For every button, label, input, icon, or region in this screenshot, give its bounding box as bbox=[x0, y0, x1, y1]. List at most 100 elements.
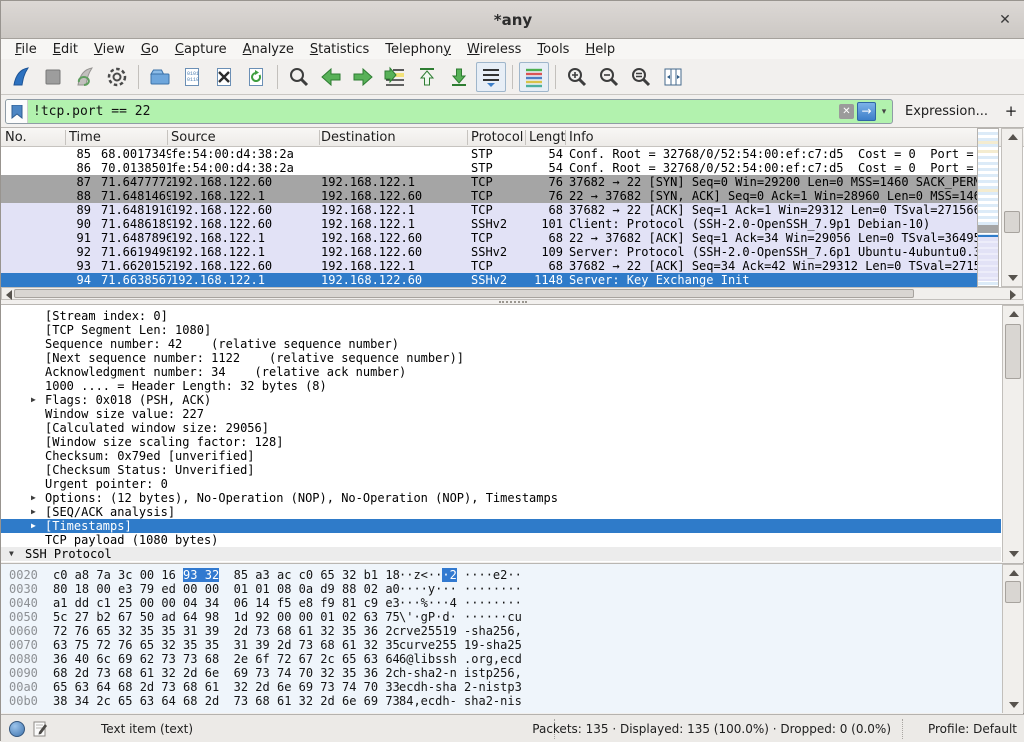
detail-line[interactable]: [TCP Segment Len: 1080] bbox=[1, 323, 1001, 337]
hex-row[interactable]: 0020c0 a8 7a 3c 00 16 93 32 85 a3 ac c0 … bbox=[1, 568, 1001, 582]
display-filter-input[interactable]: !tcp.port == 22 ✕ → ▾ bbox=[5, 99, 893, 124]
hex-row[interactable]: 00b038 34 2c 65 63 64 68 2d 73 68 61 32 … bbox=[1, 694, 1001, 708]
menu-view[interactable]: View bbox=[86, 41, 133, 58]
hex-ascii[interactable]: h-sha2-n istp256, bbox=[399, 666, 522, 680]
packet-row[interactable]: 9271.661949820192.168.122.1192.168.122.6… bbox=[1, 245, 977, 259]
detail-line[interactable]: ▶[Timestamps] bbox=[1, 519, 1001, 533]
col-protocol[interactable]: Protocol bbox=[471, 130, 523, 145]
capture-options-button[interactable] bbox=[102, 62, 132, 92]
detail-line[interactable]: Acknowledgment number: 34 (relative ack … bbox=[1, 365, 1001, 379]
stop-capture-button[interactable] bbox=[38, 62, 68, 92]
menu-help[interactable]: Help bbox=[577, 41, 623, 58]
filter-add-button[interactable]: + bbox=[1003, 102, 1019, 120]
detail-line[interactable]: [Next sequence number: 1122 (relative se… bbox=[1, 351, 1001, 365]
filter-bookmark-icon[interactable] bbox=[6, 100, 28, 123]
detail-line[interactable]: Window size value: 227 bbox=[1, 407, 1001, 421]
expander-closed-icon[interactable]: ▶ bbox=[31, 561, 36, 562]
menu-analyze[interactable]: Analyze bbox=[235, 41, 302, 58]
hex-bytes[interactable]: 38 34 2c 65 63 64 68 2d 73 68 61 32 2d 6… bbox=[53, 694, 400, 708]
detail-line[interactable]: ▶Options: (12 bytes), No-Operation (NOP)… bbox=[1, 491, 1001, 505]
hex-bytes[interactable]: 5c 27 b2 67 50 ad 64 98 1d 92 00 00 01 0… bbox=[53, 610, 400, 624]
col-destination[interactable]: Destination bbox=[321, 130, 396, 145]
capture-comment-icon[interactable] bbox=[33, 721, 48, 740]
expression-button[interactable]: Expression... bbox=[905, 104, 988, 119]
zoom-100-button[interactable] bbox=[626, 62, 656, 92]
status-profile[interactable]: Profile: Default bbox=[928, 722, 1017, 736]
open-file-button[interactable] bbox=[145, 62, 175, 92]
col-length[interactable]: Length bbox=[529, 130, 565, 145]
packet-row[interactable]: 9471.663856741192.168.122.1192.168.122.6… bbox=[1, 273, 977, 287]
hex-ascii[interactable]: 6@libssh .org,ecd bbox=[399, 652, 522, 666]
detail-line[interactable]: ▶[SEQ/ACK analysis] bbox=[1, 505, 1001, 519]
hex-ascii[interactable]: ecdh-sha 2-nistp3 bbox=[399, 680, 522, 694]
detail-line[interactable]: [Stream index: 0] bbox=[1, 309, 1001, 323]
menu-telephony[interactable]: Telephony bbox=[377, 41, 459, 58]
expander-closed-icon[interactable]: ▶ bbox=[31, 505, 36, 519]
hex-bytes[interactable]: 80 18 00 e3 79 ed 00 00 01 01 08 0a d9 8… bbox=[53, 582, 400, 596]
auto-scroll-button[interactable] bbox=[476, 62, 506, 92]
start-capture-button[interactable] bbox=[6, 62, 36, 92]
col-info[interactable]: Info bbox=[569, 130, 594, 145]
detail-line[interactable]: ▶Flags: 0x018 (PSH, ACK) bbox=[1, 393, 1001, 407]
menu-tools[interactable]: Tools bbox=[529, 41, 577, 58]
col-time[interactable]: Time bbox=[69, 130, 101, 145]
menu-wireless[interactable]: Wireless bbox=[459, 41, 529, 58]
detail-line[interactable]: Checksum: 0x79ed [unverified] bbox=[1, 449, 1001, 463]
filter-apply-icon[interactable]: → bbox=[857, 102, 876, 121]
hex-row[interactable]: 008036 40 6c 69 62 73 73 68 2e 6f 72 67 … bbox=[1, 652, 1001, 666]
colorize-packets-button[interactable] bbox=[519, 62, 549, 92]
packet-row[interactable]: 9371.662015274192.168.122.60192.168.122.… bbox=[1, 259, 977, 273]
hex-ascii[interactable]: ···%···4 ········ bbox=[399, 596, 522, 610]
expander-closed-icon[interactable]: ▶ bbox=[31, 519, 36, 533]
detail-line[interactable]: Urgent pointer: 0 bbox=[1, 477, 1001, 491]
packet-list-header[interactable]: No. Time Source Destination Protocol Len… bbox=[1, 128, 1024, 147]
menu-statistics[interactable]: Statistics bbox=[302, 41, 377, 58]
packet-row[interactable]: 8871.648146932192.168.122.1192.168.122.6… bbox=[1, 189, 977, 203]
hex-bytes[interactable]: 72 76 65 32 35 35 31 39 2d 73 68 61 32 3… bbox=[53, 624, 400, 638]
hex-bytes[interactable]: 68 2d 73 68 61 32 2d 6e 69 73 74 70 32 3… bbox=[53, 666, 400, 680]
go-forward-button[interactable] bbox=[348, 62, 378, 92]
go-last-packet-button[interactable] bbox=[444, 62, 474, 92]
hex-bytes[interactable]: c0 a8 7a 3c 00 16 93 32 85 a3 ac c0 65 3… bbox=[53, 568, 400, 582]
reload-file-button[interactable] bbox=[241, 62, 271, 92]
menu-file[interactable]: File bbox=[7, 41, 45, 58]
zoom-in-button[interactable] bbox=[562, 62, 592, 92]
save-file-button[interactable]: 01010110 bbox=[177, 62, 207, 92]
zoom-out-button[interactable] bbox=[594, 62, 624, 92]
hex-ascii[interactable]: 84,ecdh- sha2-nis bbox=[399, 694, 522, 708]
find-packet-button[interactable] bbox=[284, 62, 314, 92]
hex-bytes[interactable]: 63 75 72 76 65 32 35 35 31 39 2d 73 68 6… bbox=[53, 638, 400, 652]
detail-line[interactable]: Sequence number: 42 (relative sequence n… bbox=[1, 337, 1001, 351]
hex-row[interactable]: 009068 2d 73 68 61 32 2d 6e 69 73 74 70 … bbox=[1, 666, 1001, 680]
hex-ascii[interactable]: rve25519 -sha256, bbox=[399, 624, 522, 638]
col-no[interactable]: No. bbox=[5, 130, 27, 145]
packet-list-vscrollbar[interactable] bbox=[1001, 128, 1023, 287]
hex-bytes[interactable]: 36 40 6c 69 62 73 73 68 2e 6f 72 67 2c 6… bbox=[53, 652, 400, 666]
title-bar[interactable]: *any ✕ bbox=[1, 1, 1024, 39]
close-icon[interactable]: ✕ bbox=[995, 10, 1015, 30]
detail-line[interactable]: TCP payload (1080 bytes) bbox=[1, 533, 1001, 547]
filter-dropdown-icon[interactable]: ▾ bbox=[878, 107, 890, 117]
hex-row[interactable]: 003080 18 00 e3 79 ed 00 00 01 01 08 0a … bbox=[1, 582, 1001, 596]
hex-row[interactable]: 00505c 27 b2 67 50 ad 64 98 1d 92 00 00 … bbox=[1, 610, 1001, 624]
menu-capture[interactable]: Capture bbox=[167, 41, 235, 58]
expander-open-icon[interactable]: ▼ bbox=[9, 547, 14, 561]
hex-row[interactable]: 006072 76 65 32 35 35 31 39 2d 73 68 61 … bbox=[1, 624, 1001, 638]
packet-row[interactable]: 8568.001734936fe:54:00:d4:38:2aSTP54Conf… bbox=[1, 147, 977, 161]
expert-info-icon[interactable] bbox=[9, 721, 25, 737]
packet-list-hscrollbar[interactable] bbox=[1, 287, 1023, 300]
menu-go[interactable]: Go bbox=[133, 41, 167, 58]
packet-row[interactable]: 8670.013850163fe:54:00:d4:38:2aSTP54Conf… bbox=[1, 161, 977, 175]
restart-capture-button[interactable] bbox=[70, 62, 100, 92]
hex-row[interactable]: 0040a1 dd c1 25 00 00 04 34 06 14 f5 e8 … bbox=[1, 596, 1001, 610]
detail-line[interactable]: [Window size scaling factor: 128] bbox=[1, 435, 1001, 449]
go-first-packet-button[interactable] bbox=[412, 62, 442, 92]
packet-row[interactable]: 9171.648789678192.168.122.1192.168.122.6… bbox=[1, 231, 977, 245]
hex-ascii[interactable]: ··z<···2 ····e2·· bbox=[399, 568, 522, 582]
packet-row[interactable]: 8971.648191037192.168.122.60192.168.122.… bbox=[1, 203, 977, 217]
packet-minimap[interactable] bbox=[977, 128, 999, 287]
expander-closed-icon[interactable]: ▶ bbox=[31, 393, 36, 407]
hex-vscrollbar[interactable] bbox=[1002, 564, 1024, 713]
hex-ascii[interactable]: \'·gP·d· ······cu bbox=[399, 610, 522, 624]
hex-row[interactable]: 00a065 63 64 68 2d 73 68 61 32 2d 6e 69 … bbox=[1, 680, 1001, 694]
